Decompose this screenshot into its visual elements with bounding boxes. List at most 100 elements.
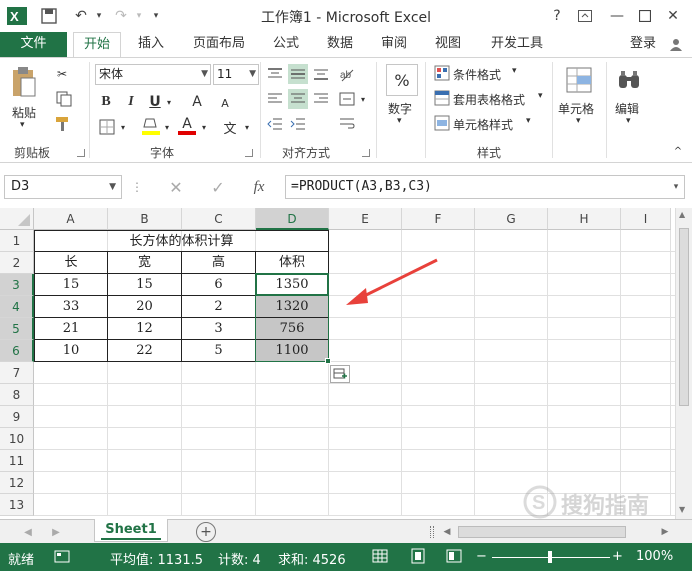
italic-button[interactable]: I	[122, 92, 140, 112]
table-cell[interactable]: 10	[34, 340, 108, 362]
name-box[interactable]: D3 ▼	[4, 175, 122, 199]
zoom-in-button[interactable]: +	[612, 549, 623, 564]
row-header-11[interactable]: 11	[0, 450, 34, 472]
close-icon[interactable]: ✕	[662, 5, 684, 27]
row-header-9[interactable]: 9	[0, 406, 34, 428]
editing-dropdown-icon[interactable]: ▾	[626, 116, 631, 126]
insert-function-button[interactable]: fx	[246, 177, 272, 197]
cell-styles-button[interactable]: 单元格样式	[453, 116, 513, 133]
row-header-13[interactable]: 13	[0, 494, 34, 516]
phonetic-guide-button[interactable]: 文	[218, 115, 242, 139]
prev-sheet-icon[interactable]: ◀	[20, 523, 36, 541]
table-cell[interactable]: 2	[182, 296, 256, 318]
tab-page-layout[interactable]: 页面布局	[183, 32, 255, 58]
zoom-slider-thumb[interactable]	[548, 551, 552, 563]
column-header-d[interactable]: D	[256, 208, 329, 230]
cells-dropdown-icon[interactable]: ▾	[576, 116, 581, 126]
row-header-10[interactable]: 10	[0, 428, 34, 450]
tab-file[interactable]: 文件	[0, 32, 67, 58]
conditional-format-button[interactable]: 条件格式	[453, 66, 501, 83]
horizontal-scroll-thumb[interactable]	[458, 526, 626, 538]
bold-button[interactable]: B	[97, 92, 115, 112]
sheet-tab-sheet1[interactable]: Sheet1	[94, 519, 168, 542]
align-middle-icon[interactable]	[288, 64, 308, 84]
login-link[interactable]: 登录	[622, 32, 664, 58]
grow-font-button[interactable]: A	[188, 92, 206, 112]
format-painter-icon[interactable]	[52, 114, 72, 134]
worksheet-grid[interactable]: ABCDEFGHI 1 2 3 4 5 6 7 8 9 10 11 12 13 长方体的体积计算 长宽高…	[0, 208, 692, 519]
row-header-4[interactable]: 4	[0, 296, 34, 318]
clipboard-launcher-icon[interactable]	[77, 149, 85, 157]
align-bottom-icon[interactable]	[311, 64, 331, 84]
table-cell[interactable]: 22	[108, 340, 182, 362]
confirm-entry-icon[interactable]: ✓	[206, 177, 230, 197]
macro-record-icon[interactable]	[54, 548, 70, 568]
table-header-cell[interactable]: 高	[182, 252, 256, 274]
increase-indent-icon[interactable]	[288, 114, 308, 134]
column-header-h[interactable]: H	[548, 208, 621, 230]
tab-data[interactable]: 数据	[319, 32, 361, 58]
shrink-font-button[interactable]: A	[216, 94, 234, 112]
cells-button[interactable]: 单元格	[558, 100, 594, 117]
next-sheet-icon[interactable]: ▶	[48, 523, 64, 541]
table-header-cell[interactable]: 长	[34, 252, 108, 274]
table-cell[interactable]: 5	[182, 340, 256, 362]
account-icon[interactable]	[664, 32, 688, 58]
help-icon[interactable]: ?	[546, 5, 568, 27]
column-header-f[interactable]: F	[402, 208, 475, 230]
align-left-icon[interactable]	[265, 89, 285, 109]
minimize-icon[interactable]: —	[606, 5, 628, 27]
number-dropdown-icon[interactable]: ▾	[397, 116, 402, 126]
cells-icon[interactable]	[563, 64, 595, 96]
underline-dropdown-icon[interactable]: ▾	[164, 92, 174, 112]
tab-developer[interactable]: 开发工具	[481, 32, 553, 58]
page-layout-view-icon[interactable]	[410, 548, 426, 568]
row-header-7[interactable]: 7	[0, 362, 34, 384]
tab-formulas[interactable]: 公式	[265, 32, 307, 58]
copy-icon[interactable]	[52, 89, 78, 109]
fill-handle[interactable]	[325, 358, 331, 364]
restore-icon[interactable]	[634, 5, 656, 27]
ribbon-display-icon[interactable]	[574, 5, 596, 27]
table-header-cell[interactable]: 体积	[256, 252, 329, 274]
row-header-8[interactable]: 8	[0, 384, 34, 406]
normal-view-icon[interactable]	[372, 548, 388, 568]
font-color-dropdown-icon[interactable]: ▾	[199, 117, 209, 137]
scroll-thumb[interactable]	[679, 228, 689, 406]
column-header-b[interactable]: B	[108, 208, 182, 230]
scroll-right-icon[interactable]: ▶	[658, 524, 672, 540]
tab-review[interactable]: 审阅	[373, 32, 415, 58]
column-header-g[interactable]: G	[475, 208, 548, 230]
cut-icon[interactable]: ✂	[52, 64, 72, 84]
paste-icon[interactable]	[6, 64, 40, 102]
alignment-launcher-icon[interactable]	[362, 149, 370, 157]
borders-dropdown-icon[interactable]: ▾	[118, 117, 128, 137]
format-as-table-button[interactable]: 套用表格格式	[453, 91, 525, 108]
conditional-format-icon[interactable]	[433, 64, 451, 82]
paste-button[interactable]: 粘贴	[12, 104, 36, 121]
zoom-level[interactable]: 100%	[636, 549, 673, 564]
table-cell[interactable]: 33	[34, 296, 108, 318]
tab-home[interactable]: 开始	[73, 32, 121, 58]
scroll-up-icon[interactable]: ▲	[679, 210, 685, 219]
cancel-entry-icon[interactable]: ✕	[164, 177, 188, 197]
phonetic-dropdown-icon[interactable]: ▾	[242, 117, 252, 137]
tab-split-handle[interactable]	[430, 526, 434, 538]
font-name-box[interactable]: 宋体 ▼	[95, 64, 211, 85]
table-header-cell[interactable]: 宽	[108, 252, 182, 274]
row-header-1[interactable]: 1	[0, 230, 34, 252]
column-header-e[interactable]: E	[329, 208, 402, 230]
font-launcher-icon[interactable]	[245, 149, 253, 157]
row-header-2[interactable]: 2	[0, 252, 34, 274]
tab-insert[interactable]: 插入	[130, 32, 172, 58]
decrease-indent-icon[interactable]	[265, 114, 285, 134]
font-color-icon[interactable]: A	[176, 115, 198, 137]
table-cell[interactable]: 3	[182, 318, 256, 340]
align-center-icon[interactable]	[288, 89, 308, 109]
vertical-scrollbar[interactable]: ▲ ▼	[675, 208, 692, 519]
table-cell[interactable]: 15	[34, 274, 108, 296]
column-header-a[interactable]: A	[34, 208, 108, 230]
format-as-table-icon[interactable]	[433, 89, 451, 107]
quick-analysis-icon[interactable]	[330, 365, 350, 383]
table-cell[interactable]: 21	[34, 318, 108, 340]
